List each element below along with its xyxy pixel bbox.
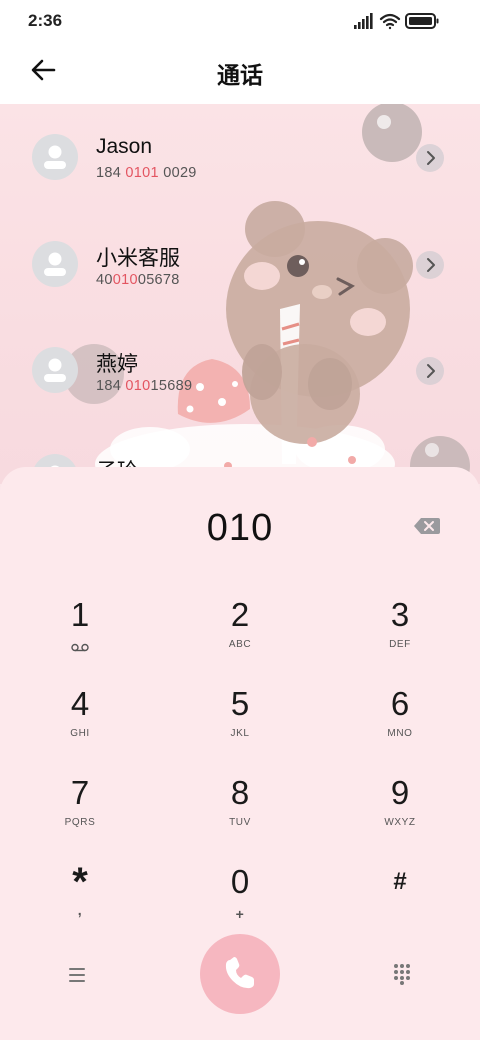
key-9[interactable]: 9 WXYZ [340, 773, 460, 853]
chevron-right-icon [427, 364, 435, 378]
dialpad-icon [394, 964, 410, 985]
key-letters: JKL [230, 728, 250, 739]
person-icon [44, 145, 66, 169]
key-digit: * [72, 860, 88, 904]
backspace-icon [414, 518, 440, 534]
key-digit: 5 [230, 685, 250, 722]
wifi-icon [379, 13, 401, 30]
contact-row-jason[interactable]: Jason 184 0101 0029 [0, 104, 480, 200]
key-letters: ABC [228, 639, 252, 650]
person-icon [44, 252, 66, 276]
contact-name: 小米客服 [96, 247, 180, 270]
key-letters: TUV [229, 817, 251, 828]
contact-detail-button[interactable] [416, 357, 444, 385]
key-digit: 7 [70, 774, 90, 811]
contact-detail-button[interactable] [416, 144, 444, 172]
key-letters: DEF [389, 639, 411, 650]
call-button[interactable] [200, 934, 280, 1014]
key-digit: 8 [230, 774, 250, 811]
key-letters: WXYZ [384, 817, 416, 828]
status-time: 2:36 [28, 11, 63, 30]
contact-list: Jason 184 0101 0029 小米客服 4001005678 燕婷 1… [0, 104, 480, 484]
chevron-right-icon [427, 258, 435, 272]
key-star[interactable]: * , [20, 862, 140, 942]
dial-pad-panel: 010 1 2 ABC 3 DEF 4 GHI 5 JKL 6 MNO 7 PQ… [0, 467, 480, 1040]
avatar [32, 347, 78, 393]
app-header: 通话 [0, 40, 480, 104]
voicemail-icon [71, 639, 89, 657]
key-4[interactable]: 4 GHI [20, 684, 140, 764]
key-digit: 0 [230, 863, 250, 900]
key-digit: 6 [390, 685, 410, 722]
avatar [32, 134, 78, 180]
key-0[interactable]: 0 + [180, 862, 300, 942]
key-letters: + [235, 906, 245, 922]
menu-icon [69, 968, 85, 982]
key-letters: MNO [387, 728, 413, 739]
menu-button[interactable] [66, 965, 90, 985]
contact-name: Jason [96, 135, 153, 158]
contact-number: 4001005678 [96, 272, 180, 288]
contact-number: 184 01015689 [96, 378, 193, 394]
key-5[interactable]: 5 JKL [180, 684, 300, 764]
key-hash[interactable]: # [340, 862, 460, 942]
status-icons [354, 11, 454, 31]
key-digit: 2 [230, 596, 250, 633]
key-digit: 1 [70, 596, 90, 633]
keypad-toggle-button[interactable] [392, 963, 412, 985]
dialed-number: 010 [206, 507, 274, 549]
contact-row-xiaomi-service[interactable]: 小米客服 4001005678 [0, 211, 480, 307]
key-digit: 9 [390, 774, 410, 811]
page-title: 通话 [217, 62, 263, 88]
avatar [32, 241, 78, 287]
contact-row-yanting[interactable]: 燕婷 184 01015689 [0, 317, 480, 413]
key-8[interactable]: 8 TUV [180, 773, 300, 853]
phone-icon [225, 957, 254, 989]
key-1[interactable]: 1 [20, 595, 140, 675]
key-letters: GHI [70, 728, 90, 739]
key-7[interactable]: 7 PQRS [20, 773, 140, 853]
key-6[interactable]: 6 MNO [340, 684, 460, 764]
contact-number: 184 0101 0029 [96, 165, 197, 181]
chevron-right-icon [427, 151, 435, 165]
signal-icon [354, 13, 373, 29]
status-bar: 2:36 [0, 0, 480, 40]
backspace-button[interactable] [412, 515, 442, 537]
key-letters: PQRS [64, 817, 96, 828]
key-3[interactable]: 3 DEF [340, 595, 460, 675]
key-2[interactable]: 2 ABC [180, 595, 300, 675]
contact-detail-button[interactable] [416, 251, 444, 279]
key-letters: , [77, 902, 83, 918]
key-digit: # [393, 868, 407, 895]
key-digit: 3 [390, 596, 410, 633]
battery-icon [405, 13, 439, 29]
key-digit: 4 [70, 685, 90, 722]
contact-name: 燕婷 [96, 353, 138, 376]
person-icon [44, 358, 66, 382]
